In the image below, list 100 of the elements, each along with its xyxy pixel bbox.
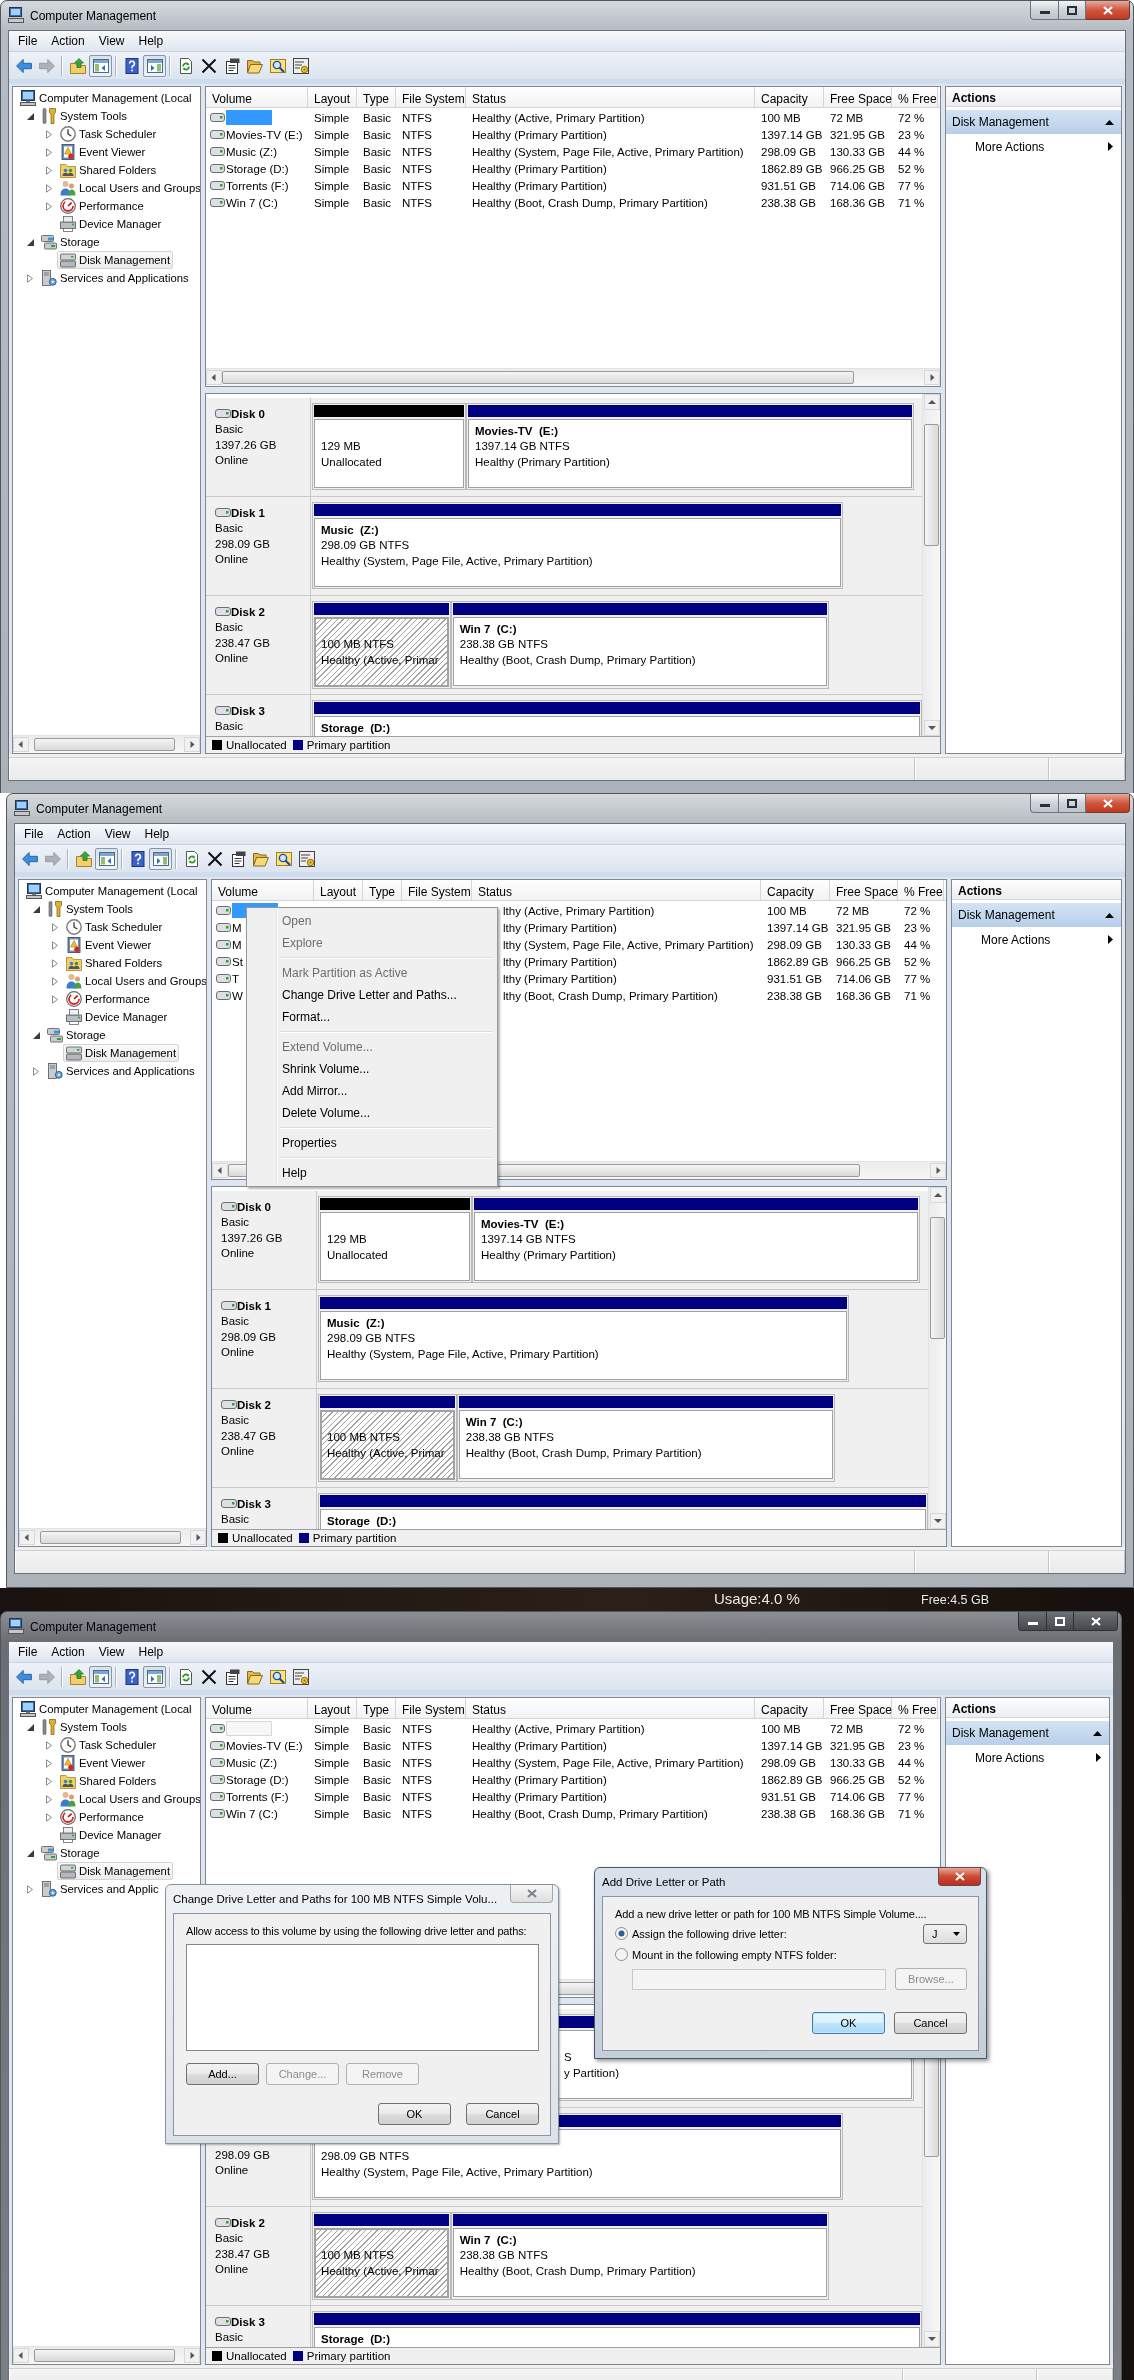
menu-item[interactable]: File: [11, 33, 45, 49]
close-button[interactable]: [1086, 1, 1130, 20]
expand-arrow-icon[interactable]: [46, 183, 52, 193]
menu-item[interactable]: Properties: [249, 1132, 495, 1154]
scrollbar-thumb[interactable]: [39, 1531, 181, 1544]
tree-item[interactable]: Disk Management: [57, 1862, 174, 1880]
column-header[interactable]: % Free: [892, 87, 938, 107]
collapse-arrow-icon[interactable]: [33, 905, 40, 913]
column-header[interactable]: Status: [466, 1698, 755, 1718]
section-header[interactable]: Disk Management: [946, 1721, 1109, 1745]
tree-item[interactable]: Performance: [57, 197, 147, 215]
partition-tile[interactable]: 100 MB NTFS Healthy (Active, Primar: [318, 1394, 457, 1482]
column-header[interactable]: Type: [357, 1698, 396, 1718]
close-button[interactable]: [1086, 794, 1130, 813]
tree-item[interactable]: Local Users and Groups: [57, 1790, 200, 1808]
tree-item[interactable]: Computer Management (Local: [17, 89, 195, 107]
dialog-button[interactable]: OK: [812, 2012, 885, 2034]
minimize-button[interactable]: [1030, 1, 1059, 20]
collapse-arrow-icon[interactable]: [27, 1849, 34, 1857]
menu-item[interactable]: Action: [44, 33, 92, 49]
collapse-arrow-icon[interactable]: [27, 238, 34, 246]
tree-item[interactable]: Performance: [63, 990, 153, 1008]
tree-item[interactable]: Device Manager: [63, 1008, 171, 1026]
tree-item[interactable]: Task Scheduler: [57, 1736, 160, 1754]
expand-arrow-icon[interactable]: [52, 940, 58, 950]
tree-item[interactable]: Shared Folders: [57, 161, 160, 179]
partition-tile[interactable]: Win 7 (C:) 238.38 GB NTFS Healthy (Boot, Crash Dump, Primary Partition): [456, 1394, 836, 1482]
partition-tile[interactable]: Movies-TV (E:) 1397.14 GB NTFS Healthy (Primary Partition): [472, 1196, 921, 1283]
section-header[interactable]: Disk Management: [946, 110, 1121, 134]
column-header[interactable]: Layout: [314, 880, 363, 900]
expand-arrow-icon[interactable]: [46, 201, 52, 211]
tree-item[interactable]: Shared Folders: [57, 1772, 160, 1790]
column-header[interactable]: File System: [396, 1698, 466, 1718]
tree-item[interactable]: Device Manager: [57, 215, 165, 233]
dialog-button[interactable]: Cancel: [894, 2012, 967, 2034]
partition-tile[interactable]: Storage (D:): [318, 1493, 928, 1529]
collapse-arrow-icon[interactable]: [33, 1031, 40, 1039]
radio-label[interactable]: Mount in the following empty NTFS folder:: [632, 1948, 967, 1961]
maximize-button[interactable]: [1059, 1, 1086, 20]
minimize-button[interactable]: [1030, 794, 1059, 813]
tree-item[interactable]: Shared Folders: [63, 954, 166, 972]
column-header[interactable]: File System: [402, 880, 472, 900]
column-header[interactable]: Type: [357, 87, 396, 107]
scrollbar-thumb[interactable]: [222, 371, 854, 384]
drive-letter-dropdown[interactable]: J: [923, 1923, 967, 1944]
tree-item[interactable]: System Tools: [44, 900, 136, 918]
tree-item[interactable]: Task Scheduler: [63, 918, 166, 936]
tree-item[interactable]: Local Users and Groups: [57, 179, 200, 197]
section-header[interactable]: Disk Management: [952, 903, 1121, 927]
expand-arrow-icon[interactable]: [27, 1884, 33, 1894]
partition-tile[interactable]: Storage (D:): [312, 700, 922, 736]
column-header[interactable]: Volume: [206, 1698, 308, 1718]
menu-item[interactable]: File: [11, 1644, 45, 1660]
scrollbar-thumb[interactable]: [33, 2349, 175, 2362]
column-header[interactable]: Free Space: [830, 880, 898, 900]
tree-item[interactable]: Services and Applic: [38, 1880, 162, 1898]
column-header[interactable]: Status: [466, 87, 755, 107]
column-header[interactable]: Capacity: [755, 1698, 824, 1718]
menu-item[interactable]: Action: [44, 1644, 92, 1660]
tree-item[interactable]: Device Manager: [57, 1826, 165, 1844]
column-header[interactable]: Layout: [308, 87, 357, 107]
expand-arrow-icon[interactable]: [46, 129, 52, 139]
tree-item[interactable]: Disk Management: [57, 251, 174, 269]
column-header[interactable]: Layout: [308, 1698, 357, 1718]
tree-item[interactable]: Computer Management (Local: [17, 1700, 195, 1718]
tree-item[interactable]: Task Scheduler: [57, 125, 160, 143]
tree-item[interactable]: Local Users and Groups: [63, 972, 206, 990]
menu-item[interactable]: Help: [249, 1162, 495, 1184]
expand-arrow-icon[interactable]: [46, 147, 52, 157]
menu-item[interactable]: Help: [131, 33, 171, 49]
tree-item[interactable]: Storage: [38, 233, 103, 251]
close-button[interactable]: [938, 1868, 981, 1886]
action-item[interactable]: More Actions: [946, 134, 1121, 159]
expand-arrow-icon[interactable]: [33, 1066, 39, 1076]
column-header[interactable]: Volume: [212, 880, 314, 900]
tree-item[interactable]: Event Viewer: [57, 1754, 149, 1772]
collapse-arrow-icon[interactable]: [27, 1723, 34, 1731]
maximize-button[interactable]: [1059, 794, 1086, 813]
menu-item[interactable]: View: [91, 1644, 132, 1660]
tree-item[interactable]: Computer Management (Local: [23, 882, 201, 900]
menu-item[interactable]: Delete Volume...: [249, 1102, 495, 1124]
partition-tile[interactable]: Movies-TV (E:) 1397.14 GB NTFS Healthy (Primary Partition): [466, 403, 915, 490]
tree-item[interactable]: Event Viewer: [63, 936, 155, 954]
tree-item[interactable]: Services and Applications: [38, 269, 192, 287]
partition-tile[interactable]: Music (Z:) 298.09 GB NTFS Healthy (System, Page File, Active, Primary Partition): [312, 502, 843, 589]
column-header[interactable]: Status: [472, 880, 761, 900]
tree-item[interactable]: Event Viewer: [57, 143, 149, 161]
minimize-button[interactable]: [1018, 1612, 1047, 1631]
partition-tile[interactable]: Music (Z:) 298.09 GB NTFS Healthy (System, Page File, Active, Primary Partition): [318, 1295, 849, 1382]
close-button[interactable]: [1074, 1612, 1118, 1631]
expand-arrow-icon[interactable]: [27, 273, 33, 283]
partition-tile[interactable]: 100 MB NTFS Healthy (Active, Primar: [312, 2212, 451, 2300]
expand-arrow-icon[interactable]: [46, 165, 52, 175]
tree-item[interactable]: System Tools: [38, 1718, 130, 1736]
tree-item[interactable]: Performance: [57, 1808, 147, 1826]
menu-item[interactable]: Help: [131, 1644, 171, 1660]
expand-arrow-icon[interactable]: [46, 1776, 52, 1786]
collapse-arrow-icon[interactable]: [27, 112, 34, 120]
partition-tile[interactable]: 100 MB NTFS Healthy (Active, Primar: [312, 601, 451, 689]
menu-item[interactable]: Shrink Volume...: [249, 1058, 495, 1080]
